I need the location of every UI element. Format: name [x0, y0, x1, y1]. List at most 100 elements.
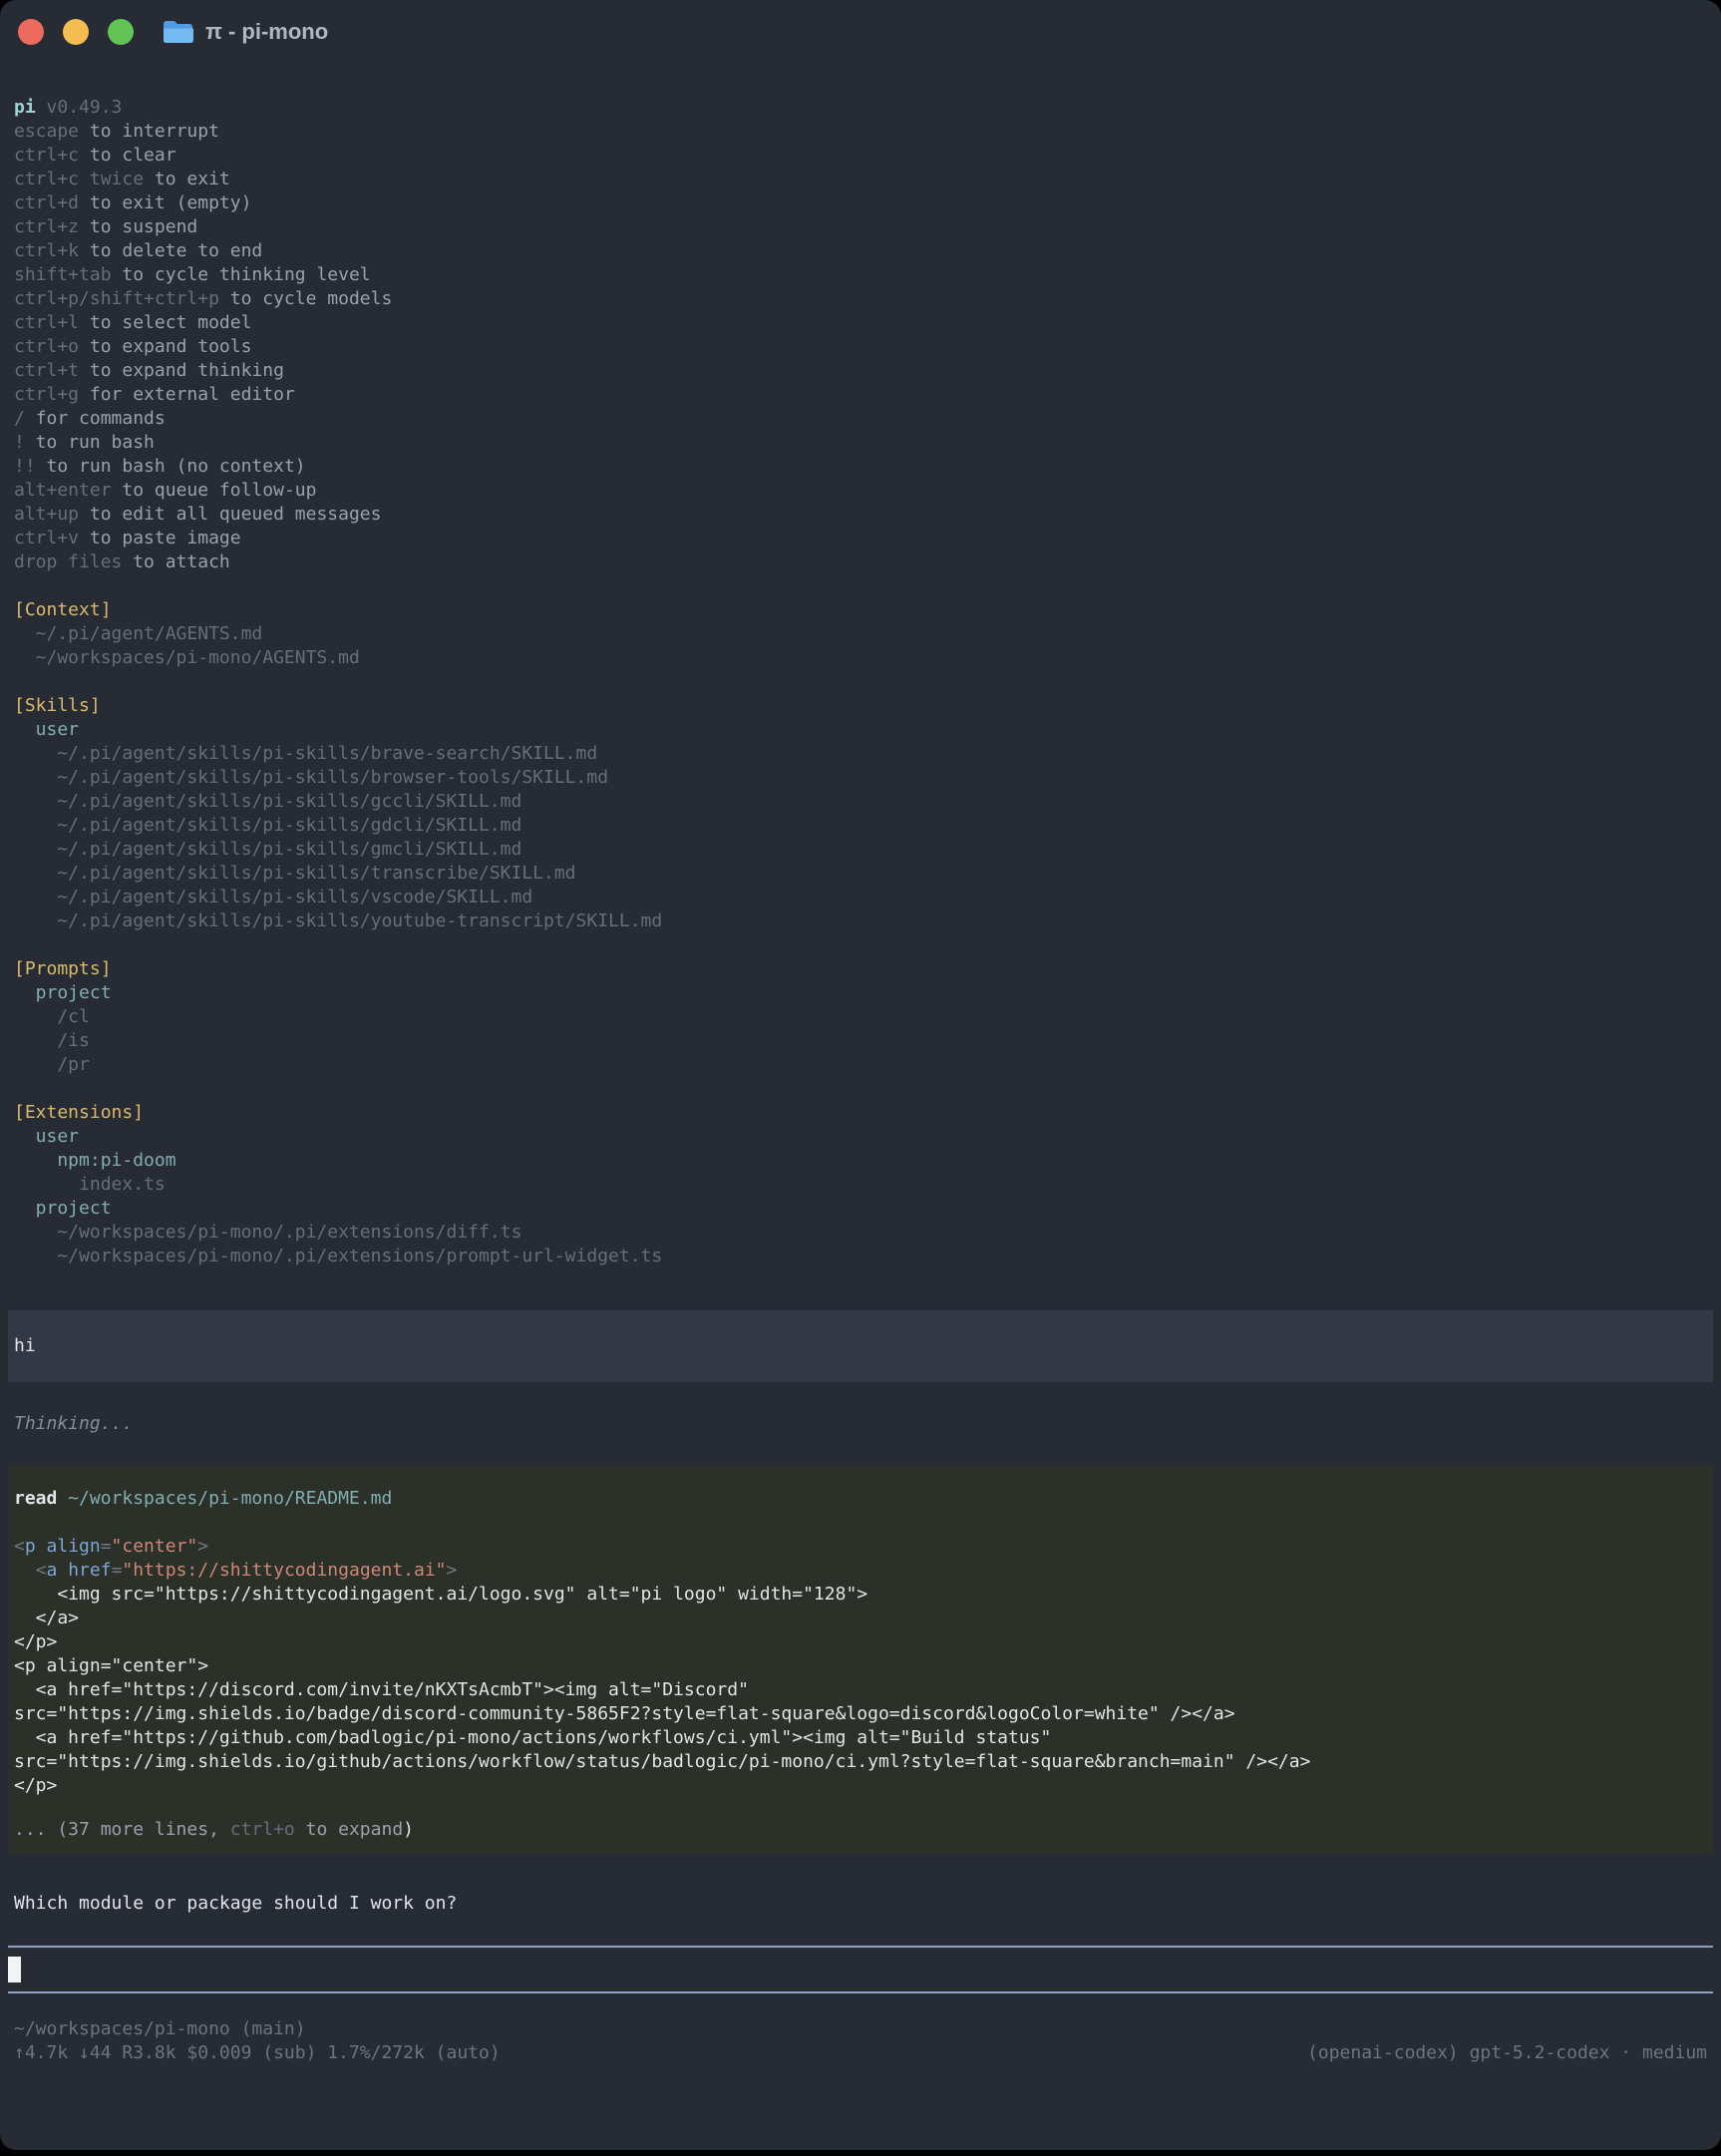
skill-row: ~/.pi/agent/skills/pi-skills/youtube-tra…: [14, 909, 1707, 933]
skill-row: ~/.pi/agent/skills/pi-skills/gccli/SKILL…: [14, 790, 1707, 814]
shortcut-line: ctrl+k to delete to end: [14, 239, 1707, 263]
extensions-section: [Extensions] usernpm:pi-doomindex.tsproj…: [0, 1101, 1721, 1268]
shortcut-key: /: [14, 408, 25, 429]
text-cursor: [8, 1957, 21, 1982]
shortcut-line: alt+enter to queue follow-up: [14, 479, 1707, 503]
window-title: π - pi-mono: [205, 19, 328, 45]
extension-row: project: [14, 1197, 1707, 1221]
code-line: src="https://img.shields.io/github/actio…: [14, 1750, 1707, 1774]
truncation-note[interactable]: ... (37 more lines, ctrl+o to expand): [14, 1818, 1707, 1842]
cwd-branch-status: ~/workspaces/pi-mono (main): [14, 2017, 1707, 2041]
shortcut-key: shift+tab: [14, 264, 112, 285]
shortcut-key: !: [14, 432, 25, 453]
shortcut-key: ctrl+c twice: [14, 169, 144, 189]
prompts-section: [Prompts] project/cl/is/pr: [0, 957, 1721, 1077]
shortcut-line: ctrl+g for external editor: [14, 383, 1707, 407]
skill-row: ~/.pi/agent/skills/pi-skills/gdcli/SKILL…: [14, 814, 1707, 838]
shortcut-line: drop files to attach: [14, 550, 1707, 574]
prompt-input[interactable]: [8, 1946, 1713, 1993]
section-header-extensions: [Extensions]: [14, 1101, 1707, 1125]
code-line: <a href="https://github.com/badlogic/pi-…: [14, 1726, 1707, 1750]
shortcut-desc: to cycle models: [230, 288, 393, 309]
status-row: ↑4.7k ↓44 R3.8k $0.009 (sub) 1.7%/272k (…: [14, 2041, 1707, 2065]
extension-row: npm:pi-doom: [14, 1149, 1707, 1173]
app-version: v0.49.3: [47, 97, 123, 118]
shortcut-desc: to exit: [155, 169, 230, 189]
terminal-window: π - pi-mono pi v0.49.3 escape to interru…: [0, 0, 1721, 2150]
shortcut-key: alt+enter: [14, 480, 112, 501]
shortcut-desc: to run bash: [36, 432, 155, 453]
prompt-row: /is: [14, 1029, 1707, 1053]
shortcut-line: alt+up to edit all queued messages: [14, 503, 1707, 527]
minimize-button[interactable]: [63, 19, 89, 45]
shortcut-key: ctrl+z: [14, 216, 79, 237]
skill-row: user: [14, 718, 1707, 742]
skill-row: ~/.pi/agent/skills/pi-skills/brave-searc…: [14, 742, 1707, 766]
shortcut-line: ctrl+c twice to exit: [14, 168, 1707, 191]
shortcut-line: shift+tab to cycle thinking level: [14, 263, 1707, 287]
extension-row: ~/workspaces/pi-mono/.pi/extensions/prom…: [14, 1245, 1707, 1268]
usage-stats: ↑4.7k ↓44 R3.8k $0.009 (sub) 1.7%/272k (…: [14, 2041, 501, 2065]
zoom-button[interactable]: [108, 19, 134, 45]
user-message-text: hi: [14, 1334, 1707, 1358]
shortcut-line: ctrl+o to expand tools: [14, 335, 1707, 359]
shortcut-line: ctrl+d to exit (empty): [14, 191, 1707, 215]
prompt-row: project: [14, 981, 1707, 1005]
assistant-question: Which module or package should I work on…: [14, 1892, 1707, 1916]
context-section: [Context] ~/.pi/agent/AGENTS.md~/workspa…: [0, 598, 1721, 670]
context-path: ~/workspaces/pi-mono/AGENTS.md: [14, 646, 1707, 670]
shortcut-list: escape to interruptctrl+c to clearctrl+c…: [14, 120, 1707, 574]
shortcut-key: ctrl+d: [14, 192, 79, 213]
skill-row: ~/.pi/agent/skills/pi-skills/browser-too…: [14, 766, 1707, 790]
skills-section: [Skills] user~/.pi/agent/skills/pi-skill…: [0, 694, 1721, 933]
shortcut-desc: to expand thinking: [90, 360, 284, 381]
shortcut-line: ctrl+c to clear: [14, 144, 1707, 168]
extensions-rows: usernpm:pi-doomindex.tsproject~/workspac…: [14, 1125, 1707, 1268]
close-button[interactable]: [18, 19, 44, 45]
shortcut-desc: to edit all queued messages: [90, 504, 382, 525]
shortcut-desc: to attach: [133, 551, 230, 572]
code-line: </p>: [14, 1774, 1707, 1798]
shortcut-line: ctrl+v to paste image: [14, 527, 1707, 550]
shortcut-line: !! to run bash (no context): [14, 455, 1707, 479]
prompt-row: /pr: [14, 1053, 1707, 1077]
shortcut-key: ctrl+v: [14, 528, 79, 548]
prompt-row: /cl: [14, 1005, 1707, 1029]
code-line: </p>: [14, 1630, 1707, 1654]
code-line: <p align="center">: [14, 1654, 1707, 1678]
skill-row: ~/.pi/agent/skills/pi-skills/transcribe/…: [14, 862, 1707, 886]
shortcut-key: ctrl+g: [14, 384, 79, 405]
shortcut-key: escape: [14, 121, 79, 142]
skill-row: ~/.pi/agent/skills/pi-skills/vscode/SKIL…: [14, 886, 1707, 909]
shortcut-desc: to clear: [90, 145, 176, 166]
thinking-indicator: Thinking...: [14, 1412, 1707, 1436]
shortcut-key: drop files: [14, 551, 122, 572]
shortcut-key: ctrl+l: [14, 312, 79, 333]
terminal-content: pi v0.49.3 escape to interruptctrl+c to …: [0, 64, 1721, 2065]
section-header-prompts: [Prompts]: [14, 957, 1707, 981]
shortcut-key: ctrl+p/shift+ctrl+p: [14, 288, 219, 309]
folder-icon: [162, 19, 193, 45]
code-line: <p align="center">: [14, 1535, 1707, 1559]
status-bar: ~/workspaces/pi-mono (main) ↑4.7k ↓44 R3…: [14, 2017, 1707, 2065]
model-indicator: (openai-codex) gpt-5.2-codex · medium: [1307, 2041, 1707, 2065]
shortcut-key: ctrl+c: [14, 145, 79, 166]
shortcut-desc: to paste image: [90, 528, 241, 548]
code-line: src="https://img.shields.io/badge/discor…: [14, 1702, 1707, 1726]
skills-rows: user~/.pi/agent/skills/pi-skills/brave-s…: [14, 718, 1707, 933]
shortcut-desc: to delete to end: [90, 240, 262, 261]
shortcut-key: !!: [14, 456, 36, 477]
code-line: </a>: [14, 1607, 1707, 1630]
shortcut-line: / for commands: [14, 407, 1707, 431]
shortcut-line: escape to interrupt: [14, 120, 1707, 144]
intro-block: pi v0.49.3 escape to interruptctrl+c to …: [0, 96, 1721, 574]
shortcut-key: ctrl+o: [14, 336, 79, 357]
shortcut-key: ctrl+t: [14, 360, 79, 381]
code-line: <a href="https://discord.com/invite/nKXT…: [14, 1678, 1707, 1702]
section-header-skills: [Skills]: [14, 694, 1707, 718]
shortcut-desc: to expand tools: [90, 336, 252, 357]
traffic-lights: [18, 19, 134, 45]
context-rows: ~/.pi/agent/AGENTS.md~/workspaces/pi-mon…: [14, 622, 1707, 670]
shortcut-desc: to select model: [90, 312, 252, 333]
extension-row: user: [14, 1125, 1707, 1149]
